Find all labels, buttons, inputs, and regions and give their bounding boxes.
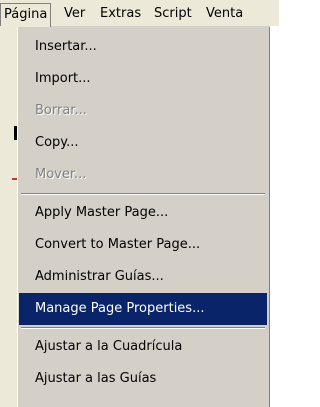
menu-item-import[interactable]: Import... bbox=[19, 63, 267, 95]
menubar-ventana[interactable]: Venta bbox=[203, 5, 246, 23]
menu-item-apply-master-page[interactable]: Apply Master Page... bbox=[19, 197, 267, 229]
menubar-pagina[interactable]: Página bbox=[0, 3, 52, 28]
menu-item-manage-page-properties[interactable]: Manage Page Properties... bbox=[19, 293, 267, 325]
menu-item-ajustar-cuadricula[interactable]: Ajustar a la Cuadrícula bbox=[19, 331, 267, 363]
background-window-edge bbox=[0, 26, 17, 407]
menubar-extras[interactable]: Extras bbox=[97, 5, 144, 23]
background-area bbox=[270, 26, 279, 407]
menu-item-mover[interactable]: Mover... bbox=[19, 159, 267, 191]
menu-item-convert-to-master-page[interactable]: Convert to Master Page... bbox=[19, 229, 267, 261]
menu-item-administrar-guias[interactable]: Administrar Guías... bbox=[19, 261, 267, 293]
menu-separator bbox=[21, 327, 265, 329]
menu-item-ajustar-guias[interactable]: Ajustar a las Guías bbox=[19, 363, 267, 395]
menubar-script[interactable]: Script bbox=[151, 5, 195, 23]
menubar-ver[interactable]: Ver bbox=[61, 5, 88, 23]
menu-separator bbox=[21, 193, 265, 195]
menu-bar: Página Ver Extras Script Venta bbox=[0, 0, 279, 28]
menu-item-insertar[interactable]: Insertar... bbox=[19, 31, 267, 63]
menu-item-borrar[interactable]: Borrar... bbox=[19, 95, 267, 127]
menu-item-copy[interactable]: Copy... bbox=[19, 127, 267, 159]
